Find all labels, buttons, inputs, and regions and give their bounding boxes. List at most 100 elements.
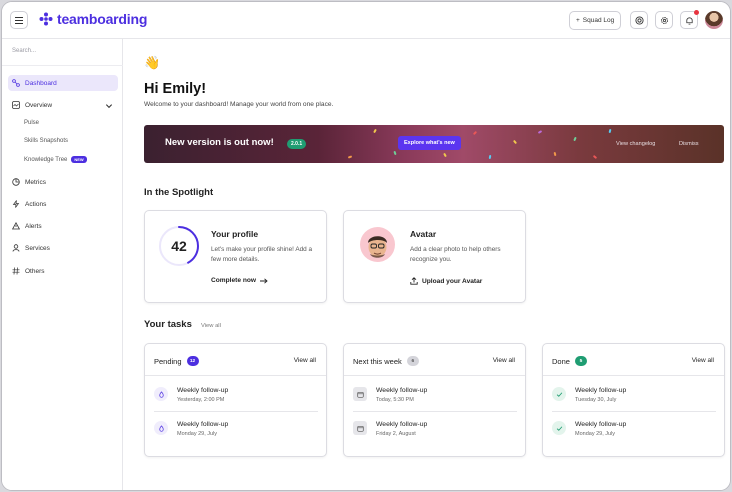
upload-avatar-button[interactable]: Upload your Avatar bbox=[410, 277, 482, 285]
top-bar: teamboarding + Squad Log bbox=[2, 2, 730, 39]
calendar-icon bbox=[353, 387, 367, 401]
avatar-card: Avatar Add a clear photo to help others … bbox=[343, 210, 526, 303]
calendar-icon bbox=[353, 421, 367, 435]
user-avatar[interactable] bbox=[705, 11, 723, 29]
task-column-header: Next this week 6 View all bbox=[344, 344, 525, 376]
task-column-header: Done 5 View all bbox=[543, 344, 724, 376]
plus-icon: + bbox=[576, 17, 580, 24]
metrics-icon bbox=[12, 178, 20, 186]
gear-icon bbox=[660, 16, 668, 24]
check-icon bbox=[552, 421, 566, 435]
task-name: Weekly follow-up bbox=[177, 421, 229, 428]
sidebar-item-alerts[interactable]: Alerts bbox=[8, 218, 118, 234]
banner-title: New version is out now! bbox=[165, 137, 274, 148]
alert-icon bbox=[12, 222, 20, 230]
view-all-done-link[interactable]: View all bbox=[692, 357, 714, 364]
sidebar-item-others[interactable]: Others bbox=[8, 263, 118, 279]
sidebar-item-label: Actions bbox=[25, 200, 47, 208]
task-name: Weekly follow-up bbox=[376, 387, 428, 394]
task-date: Yesterday, 2:00 PM bbox=[177, 397, 225, 403]
hash-icon bbox=[12, 267, 20, 275]
sidebar-subitem-pulse[interactable]: Pulse bbox=[24, 120, 39, 126]
sidebar-item-label: Metrics bbox=[25, 178, 46, 186]
sidebar-item-metrics[interactable]: Metrics bbox=[8, 174, 118, 190]
sidebar-item-overview[interactable]: Overview bbox=[8, 97, 118, 113]
count-badge: 12 bbox=[186, 356, 199, 366]
view-all-next-link[interactable]: View all bbox=[493, 357, 515, 364]
task-date: Today, 5:30 PM bbox=[376, 397, 414, 403]
menu-icon[interactable] bbox=[10, 11, 28, 29]
dashboard-icon bbox=[12, 79, 20, 87]
dismiss-button[interactable]: Dismiss bbox=[679, 141, 699, 147]
card-text: Add a clear photo to help others recogni… bbox=[410, 246, 501, 263]
bell-icon bbox=[685, 16, 693, 25]
task-item[interactable]: Weekly follow-up Monday 29, July bbox=[552, 416, 716, 446]
notifications-button[interactable] bbox=[680, 10, 699, 29]
sidebar-subitem-knowledge-tree[interactable]: Knowledge Tree NEW bbox=[24, 156, 87, 163]
view-changelog-link[interactable]: View changelog bbox=[616, 141, 655, 147]
memoji-avatar bbox=[360, 227, 395, 262]
task-item[interactable]: Weekly follow-up Monday 29, July bbox=[154, 416, 318, 446]
services-icon bbox=[12, 244, 20, 252]
app-window: teamboarding + Squad Log Search... Dashb… bbox=[1, 1, 731, 491]
sidebar-item-label: Services bbox=[25, 244, 50, 252]
sidebar-subitem-skills-snapshots[interactable]: Skills Snapshots bbox=[24, 138, 68, 144]
task-name: Weekly follow-up bbox=[575, 387, 627, 394]
task-name: Weekly follow-up bbox=[575, 421, 627, 428]
task-item[interactable]: Weekly follow-up Friday 2, August bbox=[353, 416, 517, 446]
sidebar-item-dashboard[interactable]: Dashboard bbox=[8, 75, 118, 91]
sidebar-subitem-label: Knowledge Tree bbox=[24, 156, 68, 163]
logo-icon bbox=[39, 12, 53, 26]
card-action-label: Complete now bbox=[211, 277, 257, 284]
squad-log-label: Squad Log bbox=[582, 17, 615, 24]
version-badge: 2.0.1 bbox=[287, 139, 307, 149]
count-badge: 6 bbox=[406, 356, 419, 366]
tasks-view-all-link[interactable]: View all bbox=[201, 323, 221, 329]
task-item[interactable]: Weekly follow-up Today, 5:30 PM bbox=[353, 382, 517, 412]
wave-emoji: 👋 bbox=[144, 55, 161, 70]
welcome-text: Welcome to your dashboard! Manage your w… bbox=[144, 101, 334, 108]
card-title: Avatar bbox=[410, 229, 437, 239]
task-date: Monday 29, July bbox=[177, 431, 218, 437]
card-text: Let's make your profile shine! Add a few… bbox=[211, 246, 313, 263]
actions-icon bbox=[12, 200, 20, 208]
support-button[interactable] bbox=[630, 11, 648, 29]
task-item[interactable]: Weekly follow-up Tuesday 30, July bbox=[552, 382, 716, 412]
logo-text: teamboarding bbox=[57, 11, 148, 27]
task-column-title: Done bbox=[552, 356, 570, 366]
task-column-title: Next this week bbox=[353, 356, 402, 366]
sidebar-item-actions[interactable]: Actions bbox=[8, 196, 118, 212]
count-badge: 5 bbox=[574, 356, 587, 366]
sidebar-item-label: Others bbox=[25, 267, 45, 275]
divider bbox=[2, 65, 123, 66]
search-input[interactable]: Search... bbox=[12, 48, 36, 54]
task-item[interactable]: Weekly follow-up Yesterday, 2:00 PM bbox=[154, 382, 318, 412]
settings-button[interactable] bbox=[655, 11, 673, 29]
release-banner: New version is out now! 2.0.1 Explore wh… bbox=[144, 125, 724, 163]
hourglass-icon bbox=[154, 387, 168, 401]
sidebar-item-label: Overview bbox=[25, 101, 53, 109]
notification-dot bbox=[694, 10, 699, 15]
sidebar-item-label: Dashboard bbox=[25, 79, 57, 87]
sidebar-subitem-label: Skills Snapshots bbox=[24, 138, 69, 144]
upload-icon bbox=[410, 277, 418, 285]
explore-button[interactable]: Explore what's new bbox=[398, 136, 461, 150]
card-title: Your profile bbox=[211, 229, 259, 239]
task-name: Weekly follow-up bbox=[376, 421, 428, 428]
sidebar-item-services[interactable]: Services bbox=[8, 240, 118, 256]
sidebar-subitem-label: Pulse bbox=[24, 120, 40, 126]
complete-now-button[interactable]: Complete now bbox=[211, 277, 268, 284]
profile-progress-value: 42 bbox=[171, 238, 187, 254]
logo[interactable]: teamboarding bbox=[39, 11, 147, 27]
hourglass-icon bbox=[154, 421, 168, 435]
tasks-title: Your tasks bbox=[144, 319, 192, 330]
task-column-done: Done 5 View all Weekly follow-up Tuesday… bbox=[542, 343, 725, 457]
main-content: 👋 Hi Emily! Welcome to your dashboard! M… bbox=[124, 40, 730, 490]
view-all-pending-link[interactable]: View all bbox=[294, 357, 316, 364]
task-column-header: Pending 12 View all bbox=[145, 344, 326, 376]
task-column-next-this-week: Next this week 6 View all Weekly follow-… bbox=[343, 343, 526, 457]
card-action-label: Upload your Avatar bbox=[422, 277, 483, 285]
squad-log-button[interactable]: + Squad Log bbox=[569, 11, 622, 30]
sidebar: Search... Dashboard Overview Pulse Skill… bbox=[2, 39, 123, 490]
task-column-pending: Pending 12 View all Weekly follow-up Yes… bbox=[144, 343, 327, 457]
